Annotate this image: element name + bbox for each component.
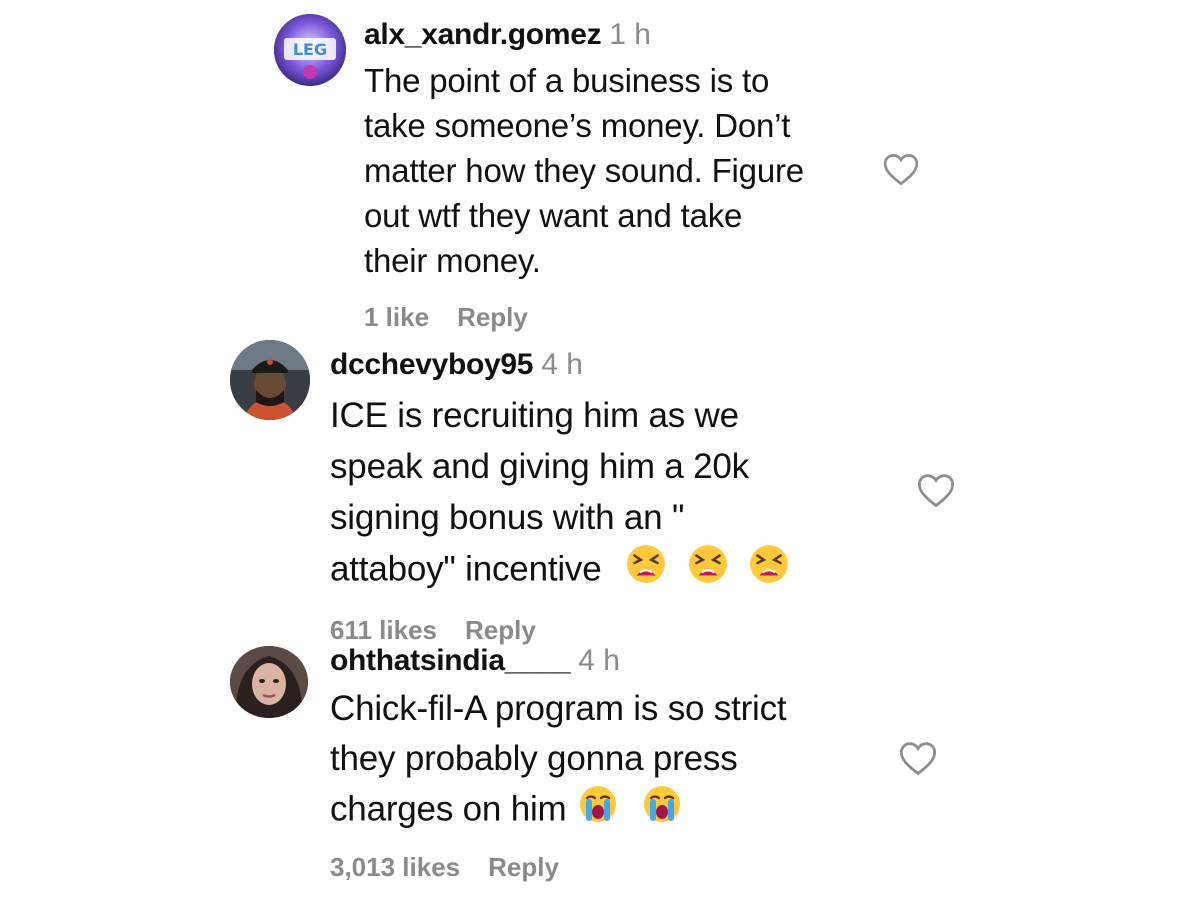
avatar[interactable] xyxy=(230,646,308,718)
timestamp: 4 h xyxy=(541,348,583,381)
comment-text: The point of a business is to take someo… xyxy=(364,58,804,283)
like-heart-icon[interactable] xyxy=(898,739,938,777)
comment-line: Chick-fil-A program is so strict xyxy=(330,689,787,728)
like-count[interactable]: 1 like xyxy=(364,302,429,332)
avatar[interactable] xyxy=(230,340,310,420)
comment-header: dcchevyboy95 4 h xyxy=(330,348,583,382)
comment-item: LEG alx_xandr.gomez 1 h The point of a bu… xyxy=(0,0,1200,340)
timestamp: 4 h xyxy=(578,644,620,677)
person-selfie-icon xyxy=(230,646,308,718)
comment-actions: 3,013 likes Reply xyxy=(330,852,559,883)
tired-face-emoji-icon xyxy=(748,543,790,599)
avatar[interactable]: LEG xyxy=(274,14,346,86)
comment-line-text: attaboy" incentive xyxy=(330,549,602,589)
comment-line: charges on him xyxy=(330,784,786,838)
comment-line: their money. xyxy=(364,242,541,279)
like-heart-icon[interactable] xyxy=(916,471,956,509)
comment-item: dcchevyboy95 4 h ICE is recruiting him as… xyxy=(0,330,1200,650)
loudly-crying-face-emoji-icon xyxy=(642,784,682,838)
reply-button[interactable]: Reply xyxy=(457,302,528,332)
tired-face-emoji-icon xyxy=(687,543,729,599)
username[interactable]: ohthatsindia____ xyxy=(330,644,571,677)
username[interactable]: alx_xandr.gomez xyxy=(364,18,602,51)
gaming-logo-icon: LEG xyxy=(274,14,346,86)
comment-line: out wtf they want and take xyxy=(364,197,743,234)
comment-header: alx_xandr.gomez 1 h xyxy=(364,18,651,52)
comment-line: signing bonus with an " xyxy=(330,498,685,537)
comment-line: matter how they sound. Figure xyxy=(364,152,804,189)
comment-line: they probably gonna press xyxy=(330,739,738,778)
comment-text: Chick-fil-A program is so strict they pr… xyxy=(330,684,787,838)
comment-line: speak and giving him a 20k xyxy=(330,447,749,486)
comment-text: ICE is recruiting him as we speak and gi… xyxy=(330,390,790,599)
username[interactable]: dcchevyboy95 xyxy=(330,348,533,381)
loudly-crying-face-emoji-icon xyxy=(578,784,618,838)
reply-button[interactable]: Reply xyxy=(488,852,559,882)
comment-line: attaboy" incentive xyxy=(330,543,790,599)
comment-line: take someone’s money. Don’t xyxy=(364,107,791,144)
svg-text:LEG: LEG xyxy=(293,40,327,59)
like-heart-icon[interactable] xyxy=(882,151,920,187)
like-count[interactable]: 3,013 likes xyxy=(330,852,460,882)
tired-face-emoji-icon xyxy=(625,543,667,599)
comment-item: ohthatsindia____ 4 h Chick-fil-A program … xyxy=(0,640,1200,900)
comment-line-text: charges on him xyxy=(330,789,567,829)
timestamp: 1 h xyxy=(609,18,651,51)
comment-actions: 1 like Reply xyxy=(364,302,528,333)
comment-header: ohthatsindia____ 4 h xyxy=(330,644,620,678)
comment-line: The point of a business is to xyxy=(364,62,770,99)
person-in-cap-icon xyxy=(230,340,310,420)
comment-line: ICE is recruiting him as we xyxy=(330,396,739,435)
